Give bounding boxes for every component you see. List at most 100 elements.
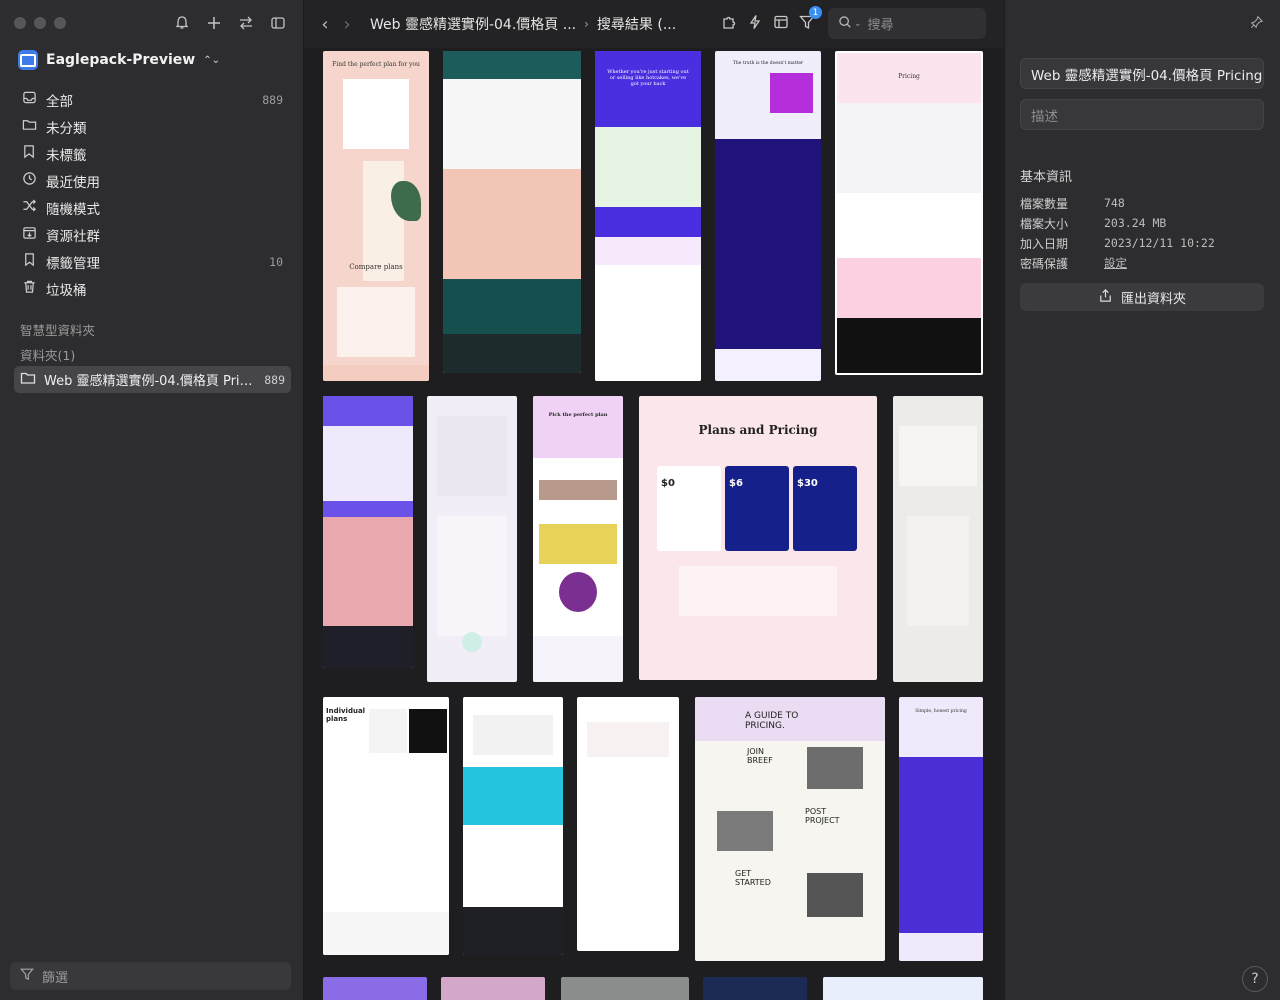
thumbnail-item[interactable] — [893, 396, 983, 682]
close-window-button[interactable] — [14, 17, 26, 29]
zoom-window-button[interactable] — [54, 17, 66, 29]
forward-arrow-icon[interactable]: › — [336, 14, 358, 35]
info-table: 檔案數量 748 檔案大小 203.24 MB 加入日期 2023/12/11 … — [1020, 193, 1264, 273]
sidebar-item-count: 889 — [262, 92, 283, 107]
breadcrumb-folder[interactable]: Web 靈感精選實例-04.價格頁 ... — [370, 14, 576, 34]
filter-input[interactable]: 篩選 — [10, 962, 291, 990]
swap-icon[interactable] — [237, 14, 255, 32]
folder-count: 889 — [264, 372, 285, 387]
pin-icon[interactable] — [1250, 15, 1264, 33]
filter-count-badge: 1 — [809, 6, 822, 19]
sidebar-item-label: 未標籤 — [46, 147, 87, 164]
thumbnail-item[interactable]: Simple, honest pricing — [899, 697, 983, 961]
thumbnail-item[interactable] — [441, 977, 545, 1000]
thumbnail-item[interactable]: Find the perfect plan for you Compare pl… — [323, 51, 429, 381]
set-password-link[interactable]: 設定 — [1104, 255, 1127, 271]
filter-icon[interactable]: 1 — [794, 6, 822, 34]
thumbnail-item[interactable] — [703, 977, 807, 1000]
description-field[interactable]: 描述 — [1020, 99, 1264, 130]
folders-heading[interactable]: 資料夾(1) — [20, 345, 75, 364]
thumbnail-item[interactable] — [323, 977, 427, 1000]
sidebar-item-label: 未分類 — [46, 120, 87, 137]
sidebar-item-recent[interactable]: 最近使用 — [14, 167, 289, 194]
thumbnail-title: The truth is the doesn't matter — [732, 61, 804, 66]
thumbnail-price: $6 — [729, 478, 743, 489]
thumbnail-price: $30 — [797, 478, 818, 489]
tag-off-icon — [20, 144, 38, 163]
minimize-window-button[interactable] — [34, 17, 46, 29]
info-key: 加入日期 — [1020, 236, 1069, 251]
thumbnail-title: Pricing — [898, 73, 920, 80]
library-switcher[interactable]: Eaglepack-Preview ⌃⌄ — [18, 50, 220, 70]
sidebar-item-tags[interactable]: 標籤管理 10 — [14, 248, 289, 275]
info-value: 2023/12/11 10:22 — [1104, 236, 1215, 250]
funnel-icon — [20, 967, 34, 985]
folder-name-field[interactable]: Web 靈感精選實例-04.價格頁 Pricing — [1020, 58, 1264, 89]
thumbnail-item[interactable] — [323, 396, 413, 668]
add-icon[interactable] — [205, 14, 223, 32]
breadcrumb-search-results[interactable]: 搜尋結果 (... — [597, 14, 676, 34]
search-icon — [838, 15, 852, 33]
trash-icon — [20, 279, 38, 298]
sidebar-item-label: 最近使用 — [46, 174, 100, 191]
thumbnail-item[interactable]: Pick the perfect plan — [533, 396, 623, 682]
toolbar: ‹ › Web 靈感精選實例-04.價格頁 ... › 搜尋結果 (... 1 … — [304, 0, 1004, 48]
sidebar-item-all[interactable]: 全部 889 — [14, 86, 289, 113]
info-row-password: 密碼保護 設定 — [1020, 253, 1264, 273]
back-arrow-icon[interactable]: ‹ — [314, 14, 336, 35]
thumbnail-item[interactable]: Plans and Pricing $0 $6 $30 — [639, 396, 877, 680]
thumbnail-item[interactable] — [577, 697, 679, 951]
window-controls — [14, 17, 66, 29]
sidebar-item-uncategorized[interactable]: 未分類 — [14, 113, 289, 140]
sidebar-item-label: 資源社群 — [46, 228, 100, 245]
help-button[interactable]: ? — [1242, 966, 1268, 992]
filter-placeholder: 篩選 — [42, 970, 69, 986]
folder-question-icon — [20, 117, 38, 136]
thumbnail-subtitle: POST PROJECT — [805, 807, 840, 825]
sidebar-toggle-icon[interactable] — [269, 14, 287, 32]
info-row-size: 檔案大小 203.24 MB — [1020, 213, 1264, 233]
info-row-date: 加入日期 2023/12/11 10:22 — [1020, 233, 1264, 253]
thumbnail-item[interactable]: The truth is the doesn't matter — [715, 51, 821, 381]
thumbnail-item[interactable]: Pricing — [835, 51, 983, 375]
layout-icon[interactable] — [768, 14, 794, 34]
library-icon — [18, 50, 38, 70]
share-icon — [1098, 288, 1113, 307]
sidebar-item-count: 10 — [269, 254, 283, 269]
sidebar-item-label: 全部 — [46, 93, 73, 110]
info-row-count: 檔案數量 748 — [1020, 193, 1264, 213]
thumbnail-item[interactable]: A GUIDE TO PRICING. JOIN BREEF POST PROJ… — [695, 697, 885, 961]
sidebar-item-label: 標籤管理 — [46, 255, 100, 272]
smart-folders-heading[interactable]: 智慧型資料夾 — [20, 320, 95, 339]
sidebar-folder-pricing[interactable]: Web 靈感精選實例-04.價格頁 Pric... 889 — [14, 366, 291, 393]
sidebar-item-label: 隨機模式 — [46, 201, 100, 218]
export-folder-button[interactable]: 匯出資料夾 — [1020, 283, 1264, 311]
thumbnail-item[interactable] — [443, 51, 581, 373]
thumbnail-item[interactable]: Individual plans — [323, 697, 449, 955]
bell-icon[interactable] — [173, 14, 191, 32]
sidebar-item-untagged[interactable]: 未標籤 — [14, 140, 289, 167]
export-label: 匯出資料夾 — [1120, 291, 1186, 307]
sidebar: Eaglepack-Preview ⌃⌄ 全部 889 未分類 未標籤 最近使用… — [0, 0, 304, 1000]
thumbnail-title: Pick the perfect plan — [548, 412, 608, 418]
sidebar-item-trash[interactable]: 垃圾桶 — [14, 275, 289, 302]
info-key: 檔案大小 — [1020, 216, 1069, 231]
puzzle-icon[interactable] — [716, 14, 742, 34]
sidebar-item-community[interactable]: 資源社群 — [14, 221, 289, 248]
sidebar-toolbar — [173, 14, 287, 32]
thumbnail-title: Individual plans — [326, 707, 366, 723]
sidebar-item-random[interactable]: 隨機模式 — [14, 194, 289, 221]
thumbnail-item[interactable] — [427, 396, 517, 682]
thumbnail-item[interactable] — [823, 977, 983, 1000]
folder-label: Web 靈感精選實例-04.價格頁 Pric... — [44, 374, 257, 389]
thumbnail-item[interactable] — [561, 977, 689, 1000]
info-value: 203.24 MB — [1104, 216, 1167, 230]
thumbnail-item[interactable] — [463, 697, 563, 955]
thumbnail-title: Compare plans — [349, 263, 403, 271]
bookmark-icon — [20, 252, 38, 271]
bolt-icon[interactable] — [742, 14, 768, 34]
search-input[interactable]: ⌄ 搜尋 — [828, 8, 986, 39]
info-heading: 基本資訊 — [1020, 170, 1073, 185]
thumbnail-item[interactable]: Whether you're just starting out or sell… — [595, 51, 701, 381]
inbox-icon — [20, 90, 38, 109]
